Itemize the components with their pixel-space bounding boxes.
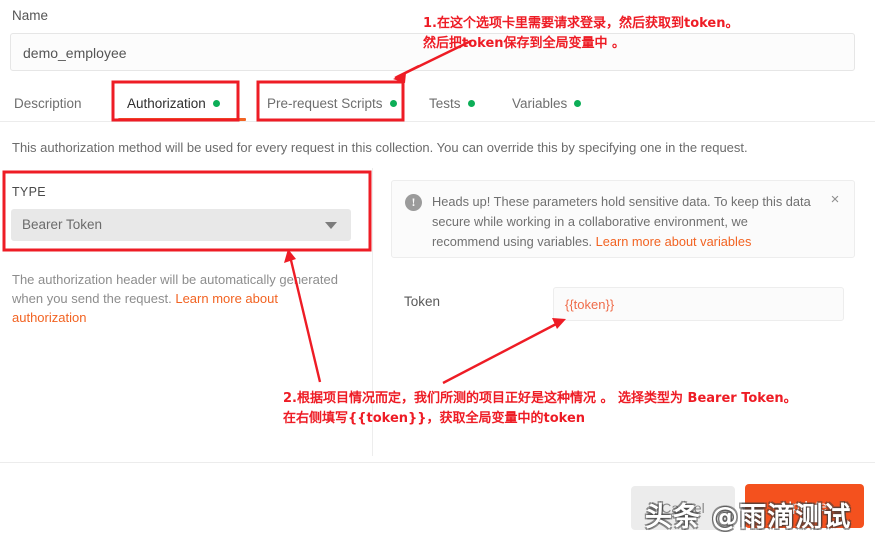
tab-pre-request-scripts[interactable]: Pre-request Scripts [265,86,399,121]
status-dot-icon [389,100,397,107]
annotation-text-2: 2.根据项目情况而定，我们所测的项目正好是这种情况 。 选择类型为 Bearer… [283,389,797,429]
tab-tests[interactable]: Tests [427,86,477,121]
name-label: Name [12,8,49,23]
sensitive-data-banner: ! Heads up! These parameters hold sensit… [391,180,855,258]
learn-more-variables-link[interactable]: Learn more about variables [596,234,752,249]
active-tab-underline [118,118,246,121]
tab-label: Variables [512,96,568,111]
token-input[interactable]: {{token}} [553,287,844,321]
tab-label: Description [14,96,82,111]
annotation-arrowhead-2 [284,249,296,263]
tab-label: Tests [429,96,461,111]
exclamation-circle-icon: ! [405,194,422,211]
tab-description[interactable]: Description [12,86,84,121]
tab-variables[interactable]: Variables [510,86,583,121]
annotation-2-line-1: 2.根据项目情况而定，我们所测的项目正好是这种情况 。 选择类型为 Bearer… [283,391,797,406]
annotation-arrowhead-1 [393,73,406,83]
authorization-settings-panel: Name demo_employee Description Authoriza… [0,0,875,547]
tab-label: Pre-request Scripts [267,96,383,111]
type-label: TYPE [12,185,46,199]
annotation-1-line-1: 1.在这个选项卡里需要请求登录，然后获取到token。 [423,16,739,31]
watermark: 头条 @雨滴测试 [645,502,852,533]
status-dot-icon [574,100,582,107]
chevron-down-icon [325,222,337,229]
authorization-help-text: The authorization header will be automat… [12,270,342,327]
auth-type-value: Bearer Token [22,217,103,232]
close-icon[interactable]: × [827,192,843,208]
banner-text: Heads up! These parameters hold sensitiv… [432,192,817,252]
status-dot-icon [212,100,220,107]
tab-label: Authorization [127,96,206,111]
auth-type-dropdown[interactable]: Bearer Token [11,209,351,241]
status-dot-icon [467,100,475,107]
tab-bar: Description Authorization Pre-request Sc… [0,86,875,122]
annotation-text-1: 1.在这个选项卡里需要请求登录，然后获取到token。 然后把token保存到全… [423,14,739,54]
annotation-2-line-2: 在右侧填写{{token}}，获取全局变量中的token [283,411,586,426]
footer-divider [0,462,875,463]
tab-authorization[interactable]: Authorization [125,86,222,121]
token-label: Token [404,294,441,309]
annotation-1-line-2: 然后把token保存到全局变量中 。 [423,36,626,51]
annotation-arrow-3 [442,320,561,385]
collection-auth-note: This authorization method will be used f… [12,140,748,155]
